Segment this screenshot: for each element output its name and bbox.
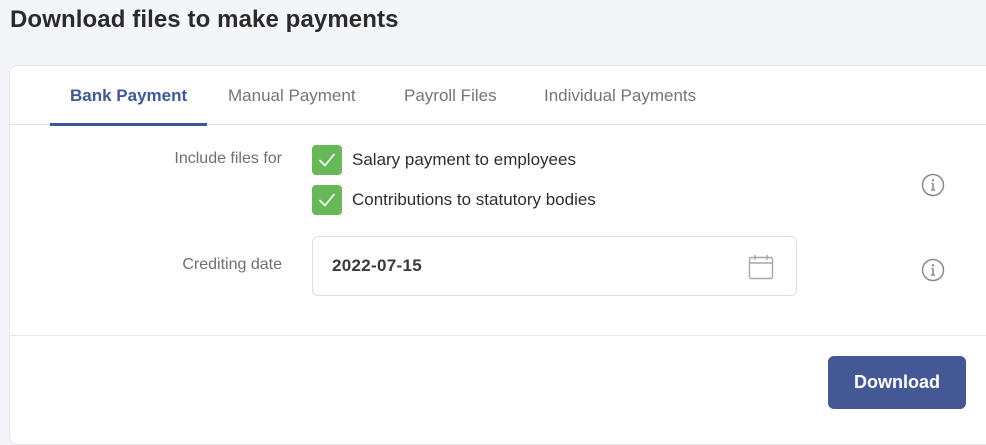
tab-label: Payroll Files bbox=[404, 85, 497, 105]
include-files-label: Include files for bbox=[174, 150, 282, 167]
checkmark-icon bbox=[319, 193, 335, 207]
info-icon[interactable] bbox=[921, 258, 945, 282]
tab-payroll-files[interactable]: Payroll Files bbox=[384, 66, 517, 125]
tab-bar: Bank Payment Manual Payment Payroll File… bbox=[10, 66, 986, 126]
salary-payment-checkbox-row[interactable]: Salary payment to employees bbox=[312, 145, 576, 175]
tab-label: Bank Payment bbox=[70, 85, 188, 105]
crediting-date-input[interactable]: 2022-07-15 bbox=[312, 236, 797, 296]
payment-files-card: Bank Payment Manual Payment Payroll File… bbox=[9, 65, 986, 445]
footer-divider bbox=[10, 335, 986, 336]
tab-label: Individual Payments bbox=[544, 85, 697, 105]
calendar-icon[interactable] bbox=[748, 254, 774, 280]
tab-manual-payment[interactable]: Manual Payment bbox=[208, 66, 376, 125]
page-title: Download files to make payments bbox=[10, 6, 399, 33]
tab-label: Manual Payment bbox=[228, 85, 356, 105]
statutory-contributions-label: Contributions to statutory bodies bbox=[352, 190, 596, 209]
checkmark-icon bbox=[319, 153, 335, 167]
info-icon[interactable] bbox=[921, 173, 945, 197]
salary-payment-checkbox[interactable] bbox=[312, 145, 342, 175]
tab-individual-payments[interactable]: Individual Payments bbox=[524, 66, 716, 125]
info-icon-glyph bbox=[921, 258, 945, 282]
info-icon-glyph bbox=[921, 173, 945, 197]
statutory-contributions-checkbox[interactable] bbox=[312, 185, 342, 215]
download-button[interactable]: Download bbox=[828, 356, 966, 409]
tab-bank-payment[interactable]: Bank Payment bbox=[50, 66, 208, 126]
salary-payment-label: Salary payment to employees bbox=[352, 150, 576, 169]
crediting-date-label: Crediting date bbox=[182, 256, 282, 273]
statutory-contributions-checkbox-row[interactable]: Contributions to statutory bodies bbox=[312, 185, 596, 215]
crediting-date-value: 2022-07-15 bbox=[332, 256, 422, 275]
